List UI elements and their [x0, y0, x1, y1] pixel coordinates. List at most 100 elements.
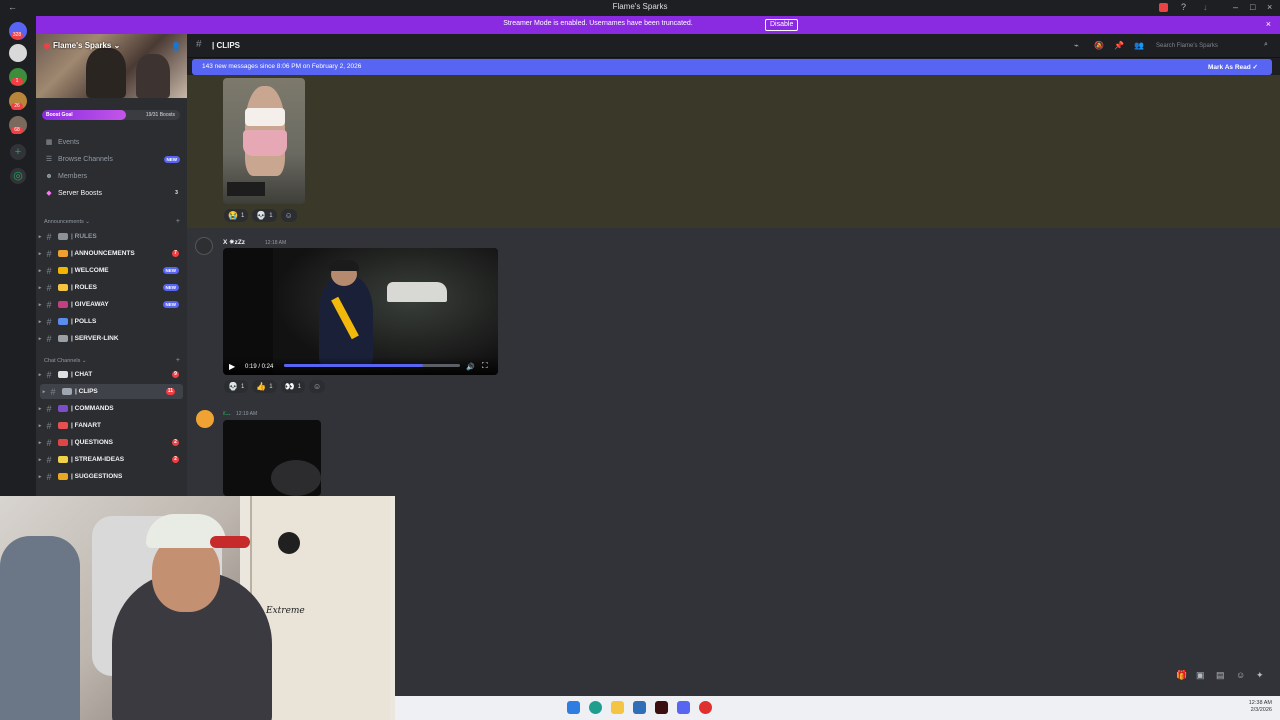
category-chat[interactable]: Chat Channels ⌄ +	[44, 357, 180, 364]
file-explorer-icon[interactable]	[611, 701, 624, 714]
hashtag-icon: #	[46, 454, 52, 465]
apps-icon[interactable]: ✦	[1256, 670, 1264, 681]
boost-goal-label: Boost Goal	[46, 112, 73, 118]
chevron-right-icon: ▸	[38, 233, 42, 240]
category-announcements[interactable]: Announcements ⌄ +	[44, 218, 180, 225]
start-icon[interactable]	[567, 701, 580, 714]
taskbar: 12:38 AM 2/3/2026	[395, 696, 1280, 720]
fullscreen-icon[interactable]: ⛶	[482, 361, 488, 371]
app-icon[interactable]	[655, 701, 668, 714]
channel-item[interactable]: ▸ # | ROLES NEW	[36, 280, 187, 295]
hashtag-icon: #	[46, 369, 52, 380]
reaction-button[interactable]: 💀 1	[224, 380, 249, 393]
reaction-button[interactable]: 😭 1	[224, 209, 249, 222]
maximize-icon[interactable]: □	[1250, 2, 1255, 12]
avatar[interactable]	[195, 237, 213, 255]
inbox-icon[interactable]	[1159, 3, 1168, 12]
server-badge: 1	[11, 78, 23, 85]
emoji-icon[interactable]: ☺	[1236, 670, 1245, 680]
channel-item[interactable]: ▸ # | STREAM-IDEAS 2	[36, 452, 187, 467]
channel-item[interactable]: ▸ # | ANNOUNCEMENTS 7	[36, 246, 187, 261]
channel-item[interactable]: ▸ # | COMMANDS	[36, 401, 187, 416]
mark-as-read-label: Mark As Read	[1207, 64, 1251, 71]
add-channel-icon[interactable]: +	[176, 218, 180, 225]
message-author[interactable]: r...	[223, 410, 231, 417]
search-icon: ⌕	[1264, 41, 1268, 48]
member-list-icon[interactable]: 👥	[1134, 41, 1144, 50]
add-server-icon[interactable]: +	[10, 144, 26, 160]
channel-item[interactable]: ▸ # | QUESTIONS 2	[36, 435, 187, 450]
channel-item[interactable]: ▸ # | CLIPS 11	[40, 384, 183, 399]
play-icon[interactable]: ▶	[229, 362, 235, 371]
server-icon[interactable]	[9, 44, 27, 62]
channel-name: | SUGGESTIONS	[71, 473, 123, 480]
video-attachment[interactable]	[223, 420, 321, 496]
add-reaction-button[interactable]: ☺	[308, 380, 326, 393]
nav-browse-channels[interactable]: ☰ Browse Channels NEW	[44, 152, 180, 166]
notification-bell-icon[interactable]: 🔕	[1094, 41, 1104, 50]
video-controls: ▶ 0:19 / 0:24 🔊 ⛶	[223, 357, 498, 375]
help-icon[interactable]: ?	[1181, 2, 1186, 12]
reaction-bar: 😭 1 💀 1 ☺	[224, 209, 297, 222]
chevron-right-icon: ▸	[38, 456, 42, 463]
unread-count-badge: 9	[172, 371, 179, 378]
chevron-right-icon: ▸	[38, 284, 42, 291]
gif-icon[interactable]: ▣	[1196, 670, 1205, 681]
disable-streamer-mode-button[interactable]: Disable	[765, 19, 799, 31]
new-messages-bar[interactable]: 143 new messages since 8:06 PM on Februa…	[192, 59, 1272, 75]
channel-item[interactable]: ▸ # | GIVEAWAY NEW	[36, 297, 187, 312]
back-icon[interactable]: ←	[8, 2, 17, 12]
channel-item[interactable]: ▸ # | WELCOME NEW	[36, 263, 187, 278]
nav-label: Server Boosts	[58, 189, 102, 197]
nav-label: Browse Channels	[58, 155, 113, 163]
window-title: Flame's Sparks	[612, 2, 668, 11]
unread-count-badge: 11	[165, 388, 175, 395]
channel-item[interactable]: ▸ # | SERVER-LINK	[36, 331, 187, 346]
threads-icon[interactable]: ⌁	[1074, 41, 1079, 50]
browse-icon: ☰	[45, 156, 53, 163]
add-channel-icon[interactable]: +	[176, 357, 180, 364]
reaction-button[interactable]: 💀 1	[252, 209, 277, 222]
image-attachment[interactable]	[223, 78, 305, 204]
chevron-right-icon: ▸	[38, 422, 42, 429]
nav-members[interactable]: ☻ Members	[44, 169, 180, 183]
avatar[interactable]	[196, 410, 214, 428]
channel-item[interactable]: ▸ # | POLLS	[36, 314, 187, 329]
add-reaction-button[interactable]: ☺	[280, 209, 297, 222]
channel-item[interactable]: ▸ # | SUGGESTIONS	[36, 469, 187, 484]
app-icon[interactable]	[699, 701, 712, 714]
reaction-button[interactable]: 👍 1	[252, 380, 277, 393]
channel-emoji-icon	[58, 335, 68, 342]
message-author[interactable]: X ✷zZz	[223, 238, 245, 246]
server-name-dropdown[interactable]: Flame's Sparks ⌄	[44, 41, 120, 50]
count-badge: 3	[175, 189, 178, 196]
reaction-button[interactable]: 👀 1	[280, 380, 305, 393]
discord-icon[interactable]	[677, 701, 690, 714]
invite-icon[interactable]: 👤	[171, 42, 181, 51]
mark-as-read-button[interactable]: Mark As Read ✓	[1208, 63, 1258, 71]
store-icon[interactable]	[633, 701, 646, 714]
discover-icon[interactable]: ◎	[10, 168, 26, 184]
gift-icon[interactable]: 🎁	[1176, 670, 1187, 681]
minimize-icon[interactable]: –	[1233, 2, 1238, 12]
channel-emoji-icon	[58, 456, 68, 463]
close-window-icon[interactable]: ×	[1267, 2, 1272, 12]
channel-item[interactable]: ▸ # | FANART	[36, 418, 187, 433]
edge-icon[interactable]	[589, 701, 602, 714]
channel-item[interactable]: ▸ # | RULES	[36, 229, 187, 244]
channel-name: | ROLES	[71, 284, 98, 291]
chevron-right-icon: ▸	[38, 318, 42, 325]
search-input[interactable]: Search Flame's Sparks	[1152, 41, 1268, 52]
close-banner-icon[interactable]: ×	[1266, 19, 1271, 29]
nav-events[interactable]: ▦ Events	[44, 135, 180, 149]
volume-icon[interactable]: 🔊	[466, 363, 475, 371]
video-player[interactable]: ▶ 0:19 / 0:24 🔊 ⛶	[223, 248, 498, 375]
system-clock[interactable]: 12:38 AM 2/3/2026	[1249, 700, 1272, 714]
hashtag-icon: #	[46, 403, 52, 414]
download-icon[interactable]: ↓	[1203, 2, 1208, 12]
pin-icon[interactable]: 📌	[1114, 41, 1124, 50]
nav-server-boosts[interactable]: ◆ Server Boosts 3	[44, 186, 180, 200]
channel-item[interactable]: ▸ # | CHAT 9	[36, 367, 187, 382]
video-seek-bar[interactable]	[284, 364, 460, 367]
sticker-icon[interactable]: ▤	[1216, 670, 1225, 681]
